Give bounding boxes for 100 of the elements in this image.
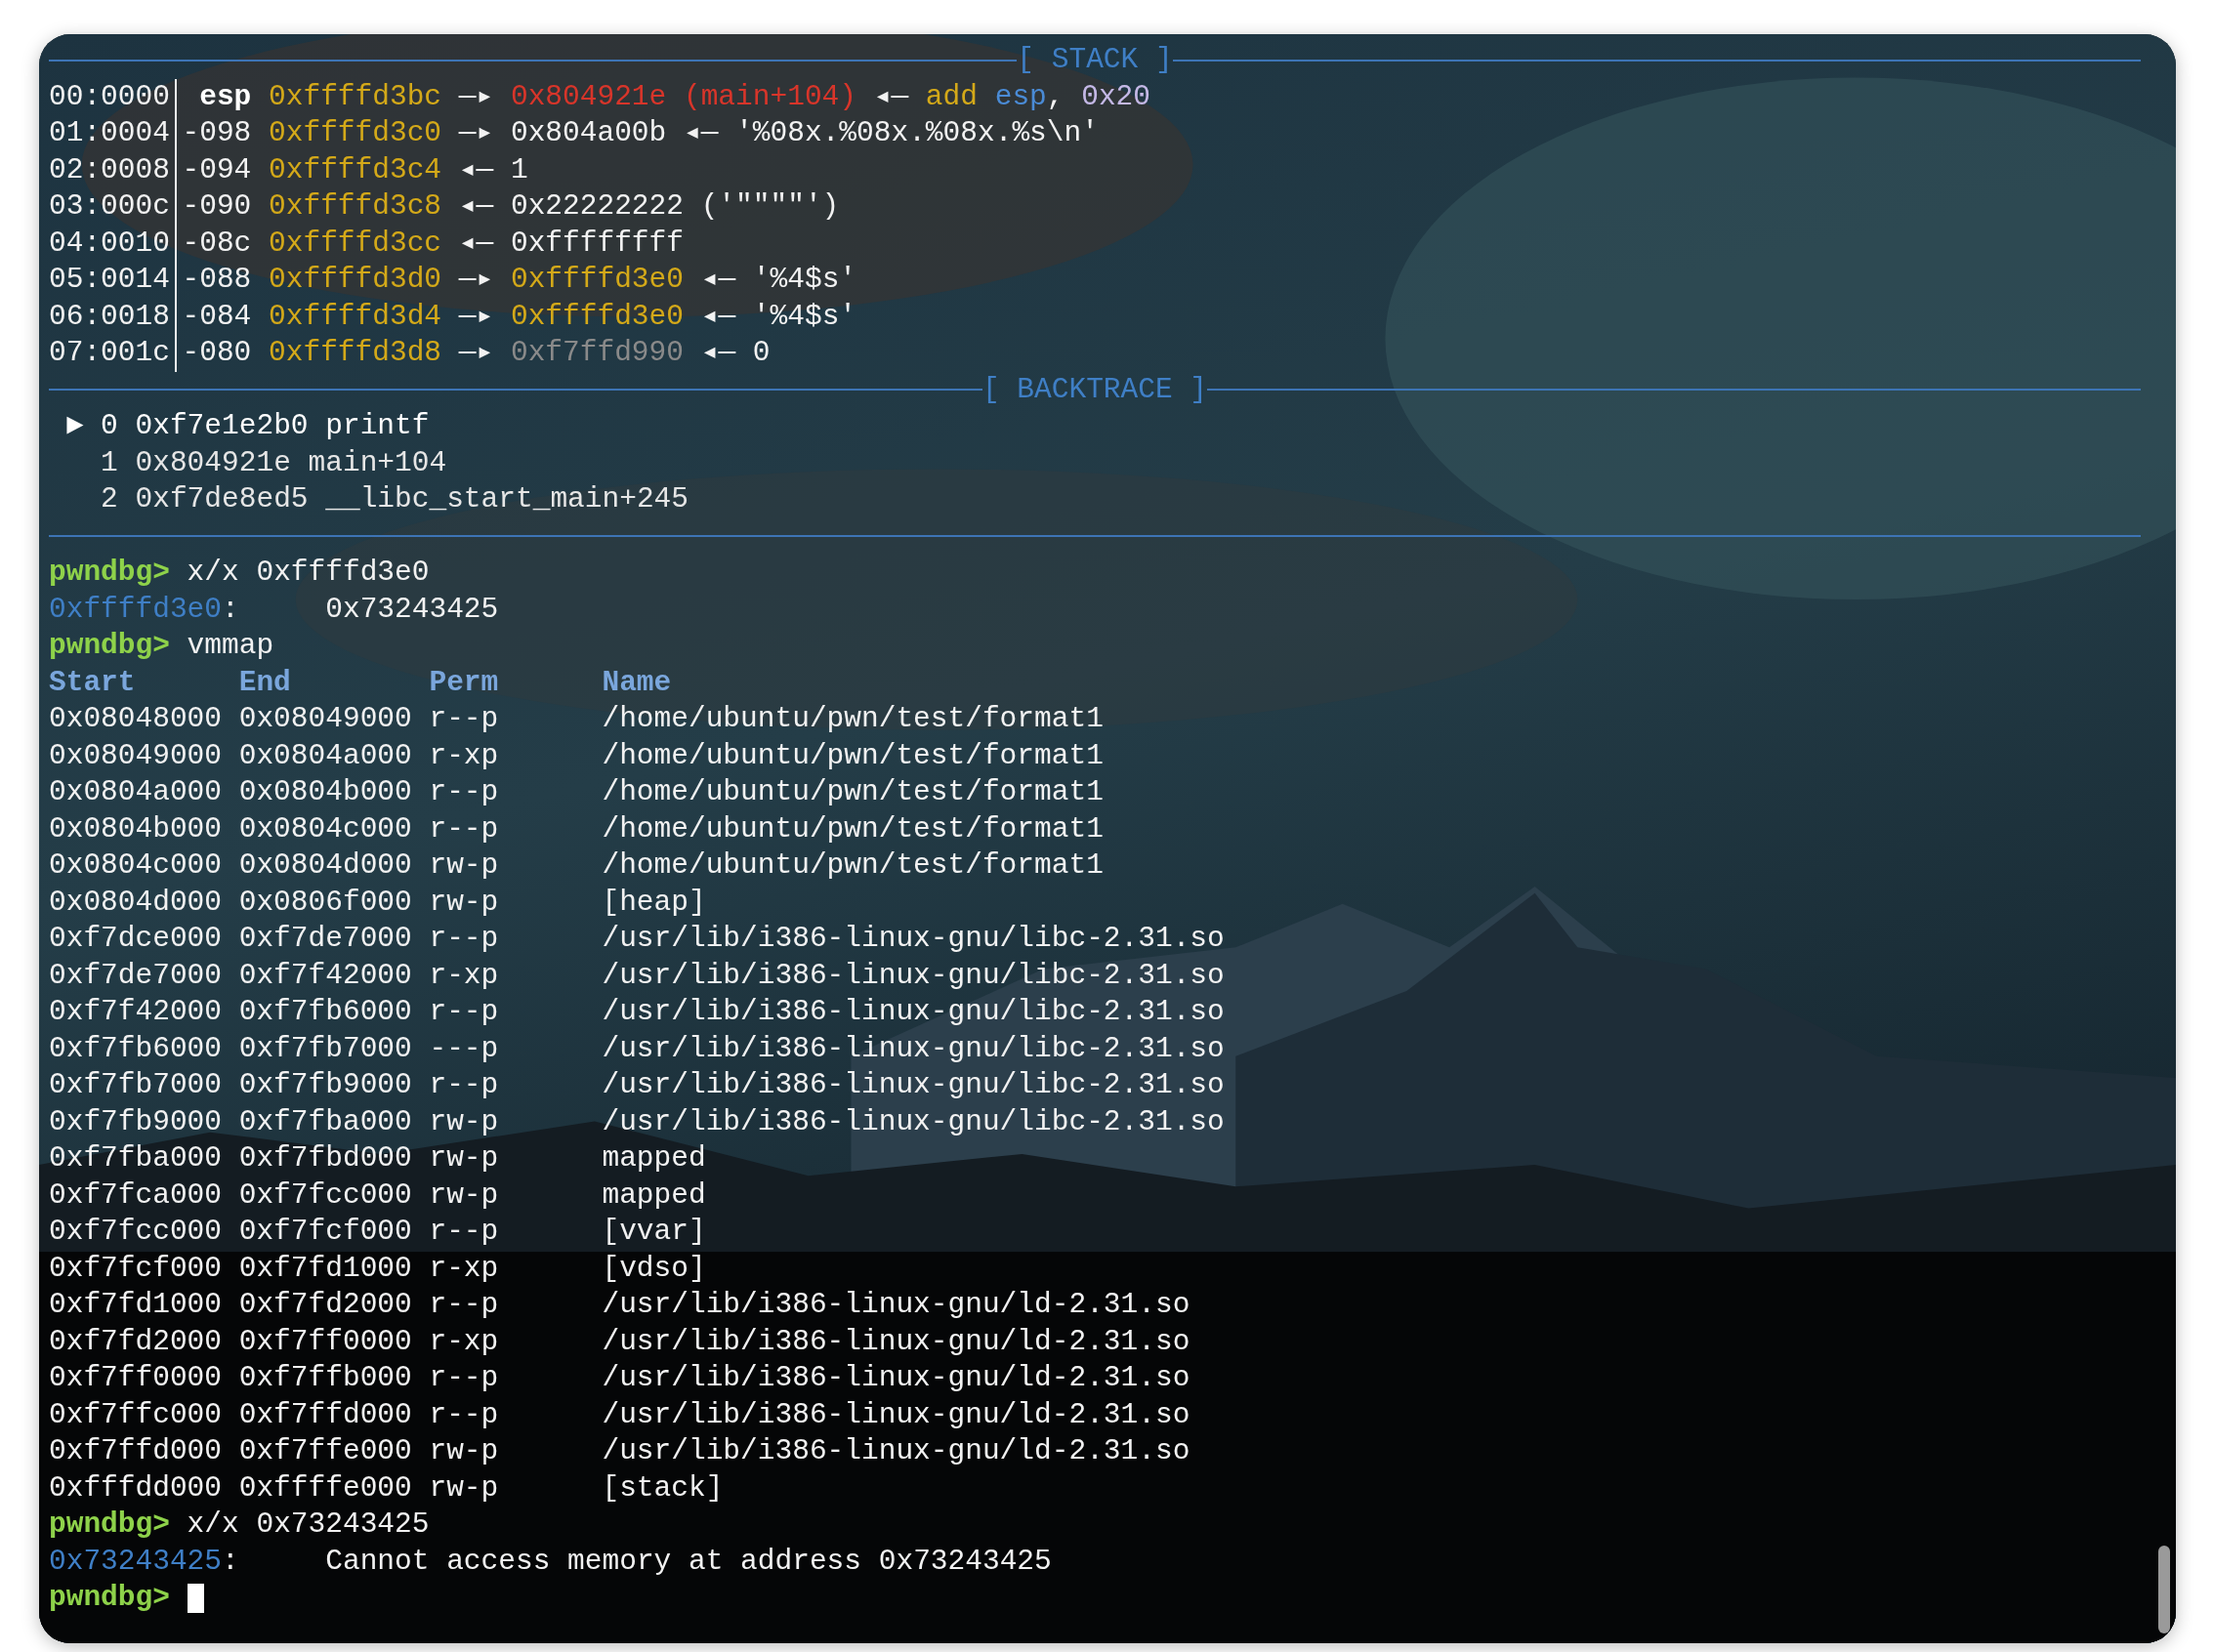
table-cell: 0xf7ffe000 (238, 1434, 412, 1467)
table-cell: /usr/lib/i386-linux-gnu/libc-2.31.so (602, 922, 1225, 955)
table-cell: r--p (429, 1288, 499, 1321)
table-cell: /usr/lib/i386-linux-gnu/libc-2.31.so (602, 995, 1225, 1028)
column-header: Start (49, 665, 136, 699)
table-cell: 0xf7fb6000 (238, 995, 412, 1028)
stack-entry: -094 0xffffd3c4 ◂— 1 (182, 151, 528, 188)
table-cell: r--p (429, 775, 499, 808)
table-cell: 0xf7fbd000 (238, 1141, 412, 1175)
table-cell: 0xf7fd2000 (238, 1288, 412, 1321)
stack-entry: -084 0xffffd3d4 —▸ 0xffffd3e0 ◂— '%4$s' (182, 298, 857, 335)
memory-output: 0xffffd3e0: 0x73243425 (49, 591, 499, 628)
table-cell: 0xf7fba000 (238, 1104, 412, 1138)
table-cell: r-xp (429, 1324, 499, 1358)
backtrace-frame: ► 0 0xf7e1e2b0 printf (49, 408, 430, 445)
table-cell: 0xf7fb9000 (49, 1104, 223, 1138)
column-header: End (238, 665, 291, 699)
table-cell: [vvar] (602, 1215, 706, 1248)
table-cell: 0xf7fcc000 (49, 1215, 223, 1248)
table-cell: rw-p (429, 1104, 499, 1138)
command-line: pwndbg> x/x 0xffffd3e0 (49, 555, 430, 591)
table-cell: 0xf7ffc000 (49, 1397, 223, 1431)
command-line: pwndbg> vmmap (49, 628, 274, 664)
table-cell: 0xf7dce000 (49, 922, 223, 955)
stack-index: 04:0010 (49, 225, 170, 262)
table-cell: 0xf7fcc000 (238, 1177, 412, 1212)
table-cell: rw-p (429, 1177, 499, 1212)
table-cell: 0xf7ffd000 (238, 1397, 412, 1431)
table-cell: mapped (602, 1141, 706, 1175)
column-header: Name (602, 665, 672, 699)
table-cell: 0xf7f42000 (49, 995, 223, 1028)
table-cell: ---p (429, 1031, 499, 1065)
table-cell: /home/ubuntu/pwn/test/format1 (602, 702, 1104, 735)
table-cell: /usr/lib/i386-linux-gnu/ld-2.31.so (602, 1288, 1190, 1321)
table-cell: r--p (429, 702, 499, 735)
table-cell: 0xf7ff0000 (238, 1324, 412, 1358)
stack-entry: esp 0xffffd3bc —▸ 0x804921e (main+104) ◂— add esp, 0x20 (198, 78, 1150, 115)
table-cell: r-xp (429, 738, 499, 772)
stack-index: 07:001c (49, 335, 170, 371)
table-cell: 0x08049000 (49, 738, 223, 772)
scrollbar-thumb[interactable] (2158, 1546, 2170, 1633)
table-cell: 0x0804d000 (49, 885, 223, 919)
table-cell: 0x0804a000 (238, 738, 412, 772)
table-cell: /home/ubuntu/pwn/test/format1 (602, 848, 1104, 882)
table-cell: /home/ubuntu/pwn/test/format1 (602, 775, 1104, 808)
table-cell: 0xf7fb9000 (238, 1068, 412, 1101)
stack-entry: -088 0xffffd3d0 —▸ 0xffffd3e0 ◂— '%4$s' (182, 262, 857, 298)
table-cell: 0x0804b000 (238, 775, 412, 808)
table-cell: r--p (429, 922, 499, 955)
table-cell: /usr/lib/i386-linux-gnu/ld-2.31.so (602, 1434, 1190, 1467)
stack-index: 03:000c (49, 188, 170, 225)
table-cell: 0xf7fb7000 (238, 1031, 412, 1065)
stack-index: 01:0004 (49, 115, 170, 151)
table-cell: 0xf7ff0000 (49, 1361, 223, 1394)
table-cell: 0xf7ffb000 (238, 1361, 412, 1394)
table-cell: 0xf7fcf000 (238, 1215, 412, 1248)
table-cell: /home/ubuntu/pwn/test/format1 (602, 738, 1104, 772)
table-cell: r--p (429, 995, 499, 1028)
table-cell: 0x0806f000 (238, 885, 412, 919)
command-line: pwndbg> (49, 1580, 170, 1616)
stack-index: 00:0000 (49, 78, 170, 115)
table-cell: 0xf7fca000 (49, 1177, 223, 1212)
table-cell: r--p (429, 1397, 499, 1431)
table-cell: rw-p (429, 1141, 499, 1175)
backtrace-frame: 1 0x804921e main+104 (49, 444, 447, 481)
stack-entry: -08c 0xffffd3cc ◂— 0xffffffff (182, 225, 684, 262)
memory-output: 0x73243425: Cannot access memory at address 0x73243425 (49, 1543, 1052, 1580)
table-cell: 0xf7fd1000 (238, 1251, 412, 1285)
table-cell: rw-p (429, 885, 499, 919)
table-cell: /home/ubuntu/pwn/test/format1 (602, 811, 1104, 846)
table-cell: [stack] (602, 1470, 724, 1505)
stack-index: 05:0014 (49, 262, 170, 298)
table-cell: r-xp (429, 1251, 499, 1285)
table-cell: 0x0804d000 (238, 848, 412, 882)
table-cell: 0xffffe000 (238, 1470, 412, 1505)
table-cell: r--p (429, 1215, 499, 1248)
stack-entry: -098 0xffffd3c0 —▸ 0x804a00b ◂— '%08x.%08x.%08x.%s\n' (182, 115, 1099, 151)
table-cell: r-xp (429, 958, 499, 992)
column-header: Perm (429, 665, 499, 699)
table-cell: 0xfffdd000 (49, 1470, 223, 1505)
table-cell: 0x0804b000 (49, 811, 223, 846)
table-cell: rw-p (429, 848, 499, 882)
table-cell: r--p (429, 1361, 499, 1394)
table-cell: /usr/lib/i386-linux-gnu/libc-2.31.so (602, 1031, 1225, 1065)
section-header: [ STACK ] (1017, 42, 1173, 78)
stack-entry: -090 0xffffd3c8 ◂— 0x22222222 ('""""') (182, 188, 840, 225)
table-cell: [vdso] (602, 1251, 706, 1285)
table-cell: 0xf7de7000 (238, 922, 412, 955)
table-cell: 0x08048000 (49, 702, 223, 735)
table-cell: rw-p (429, 1434, 499, 1467)
table-cell: /usr/lib/i386-linux-gnu/libc-2.31.so (602, 1104, 1225, 1138)
table-cell: 0xf7fba000 (49, 1141, 223, 1175)
table-cell: /usr/lib/i386-linux-gnu/libc-2.31.so (602, 1068, 1225, 1101)
table-cell: 0xf7fd1000 (49, 1288, 223, 1321)
table-cell: r--p (429, 811, 499, 846)
table-cell: /usr/lib/i386-linux-gnu/ld-2.31.so (602, 1361, 1190, 1394)
table-cell: [heap] (602, 885, 706, 919)
table-cell: rw-p (429, 1470, 499, 1505)
table-cell: 0xf7fd2000 (49, 1324, 223, 1358)
backtrace-frame: 2 0xf7de8ed5 __libc_start_main+245 (49, 481, 689, 518)
